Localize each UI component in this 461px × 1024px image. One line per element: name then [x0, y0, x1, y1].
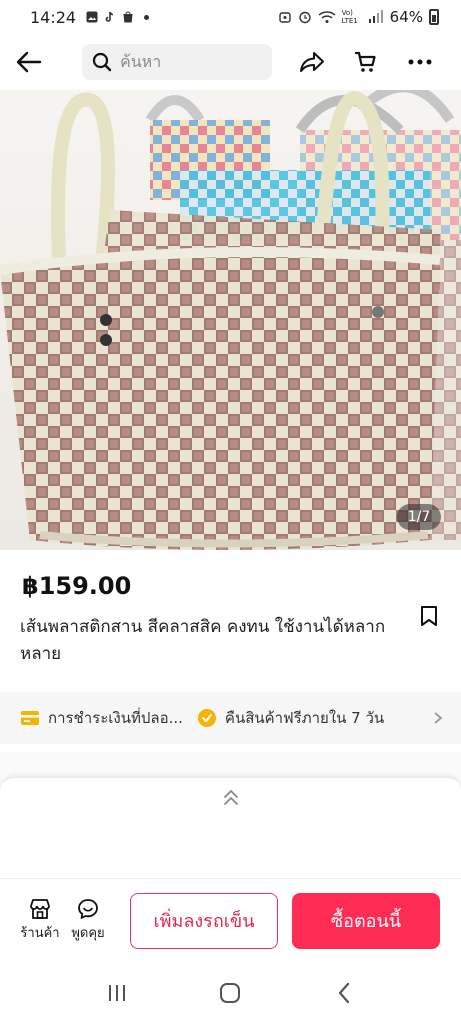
woven-basket-image: [0, 90, 461, 550]
shop-icon: [30, 899, 50, 919]
expand-sheet-button[interactable]: [220, 786, 242, 808]
share-button[interactable]: [285, 42, 339, 82]
signal-icon: [368, 10, 383, 23]
top-navigation: ค้นหา: [0, 34, 461, 90]
image-counter: 1/7: [397, 504, 441, 530]
double-chevron-up-icon: [223, 790, 238, 805]
bookmark-button[interactable]: [417, 604, 441, 628]
cart-button[interactable]: [339, 42, 393, 82]
search-icon: [92, 52, 112, 72]
battery-percent: 64%: [389, 8, 423, 26]
benefit-label: การชำระเงินที่ปลอ...: [48, 709, 183, 727]
benefit-free-return[interactable]: คืนสินค้าฟรีภายใน 7 วัน: [197, 706, 384, 730]
benefits-row[interactable]: การชำระเงินที่ปลอ... คืนสินค้าฟรีภายใน 7…: [0, 692, 461, 744]
battery-icon: [429, 9, 439, 25]
product-image-carousel[interactable]: 1/7: [0, 90, 461, 550]
product-title: เส้นพลาสติกสาน สีคลาสสิค คงทน ใช้งานได้ห…: [20, 617, 386, 664]
tiktok-notification-icon: [105, 11, 114, 22]
more-button[interactable]: [393, 42, 447, 82]
status-left: 14:24: [30, 7, 150, 27]
status-time: 14:24: [30, 7, 77, 27]
system-back-icon: [339, 982, 350, 1004]
gallery-notification-icon: [86, 11, 98, 23]
benefit-label: คืนสินค้าฟรีภายใน 7 วัน: [224, 709, 385, 727]
back-arrow-icon: [16, 51, 42, 73]
lock-screen-icon: [278, 12, 291, 23]
chevron-right-icon: [434, 712, 443, 724]
recent-apps-button[interactable]: [97, 973, 137, 1013]
system-back-button[interactable]: [324, 973, 364, 1013]
share-icon: [300, 52, 324, 72]
alarm-icon: [298, 11, 311, 24]
home-icon: [220, 983, 241, 1003]
shop-notification-icon: [123, 11, 133, 23]
buy-now-button[interactable]: ซื้อตอนนี้: [292, 892, 440, 949]
product-price: ฿159.00: [22, 572, 132, 600]
chat-icon: [78, 899, 98, 919]
return-badge-icon: [197, 709, 216, 727]
benefit-secure-payment[interactable]: การชำระเงินที่ปลอ...: [20, 706, 183, 730]
home-button[interactable]: [210, 973, 250, 1013]
chat-label: พูดคุย: [71, 926, 105, 941]
search-placeholder: ค้นหา: [120, 51, 162, 71]
chat-button[interactable]: พูดคุย: [64, 898, 112, 943]
search-input[interactable]: ค้นหา: [82, 44, 272, 80]
status-right: Vo) LTE1 64%: [278, 8, 439, 26]
cart-icon: [354, 51, 376, 72]
back-button[interactable]: [16, 42, 66, 82]
more-dots-icon: [408, 59, 432, 65]
card-icon: [21, 711, 39, 725]
nav-icons: [285, 42, 447, 82]
system-navigation-bar: [0, 962, 461, 1024]
status-bar: 14:24 Vo) LTE1 64%: [0, 0, 461, 34]
add-to-cart-button[interactable]: เพิ่มลงรถเข็น: [130, 892, 278, 949]
network-label: Vo) LTE1: [341, 9, 358, 25]
action-bar: ร้านค้า พูดคุย เพิ่มลงรถเข็น ซื้อตอนนี้: [0, 878, 461, 962]
recent-apps-icon: [108, 985, 125, 1001]
bookmark-icon: [421, 606, 437, 626]
more-notifications-dot: [144, 14, 150, 20]
shop-label: ร้านค้า: [20, 926, 60, 941]
wifi-icon: [318, 11, 336, 23]
collapsed-bottom-sheet[interactable]: [0, 778, 461, 878]
shop-button[interactable]: ร้านค้า: [16, 898, 64, 943]
